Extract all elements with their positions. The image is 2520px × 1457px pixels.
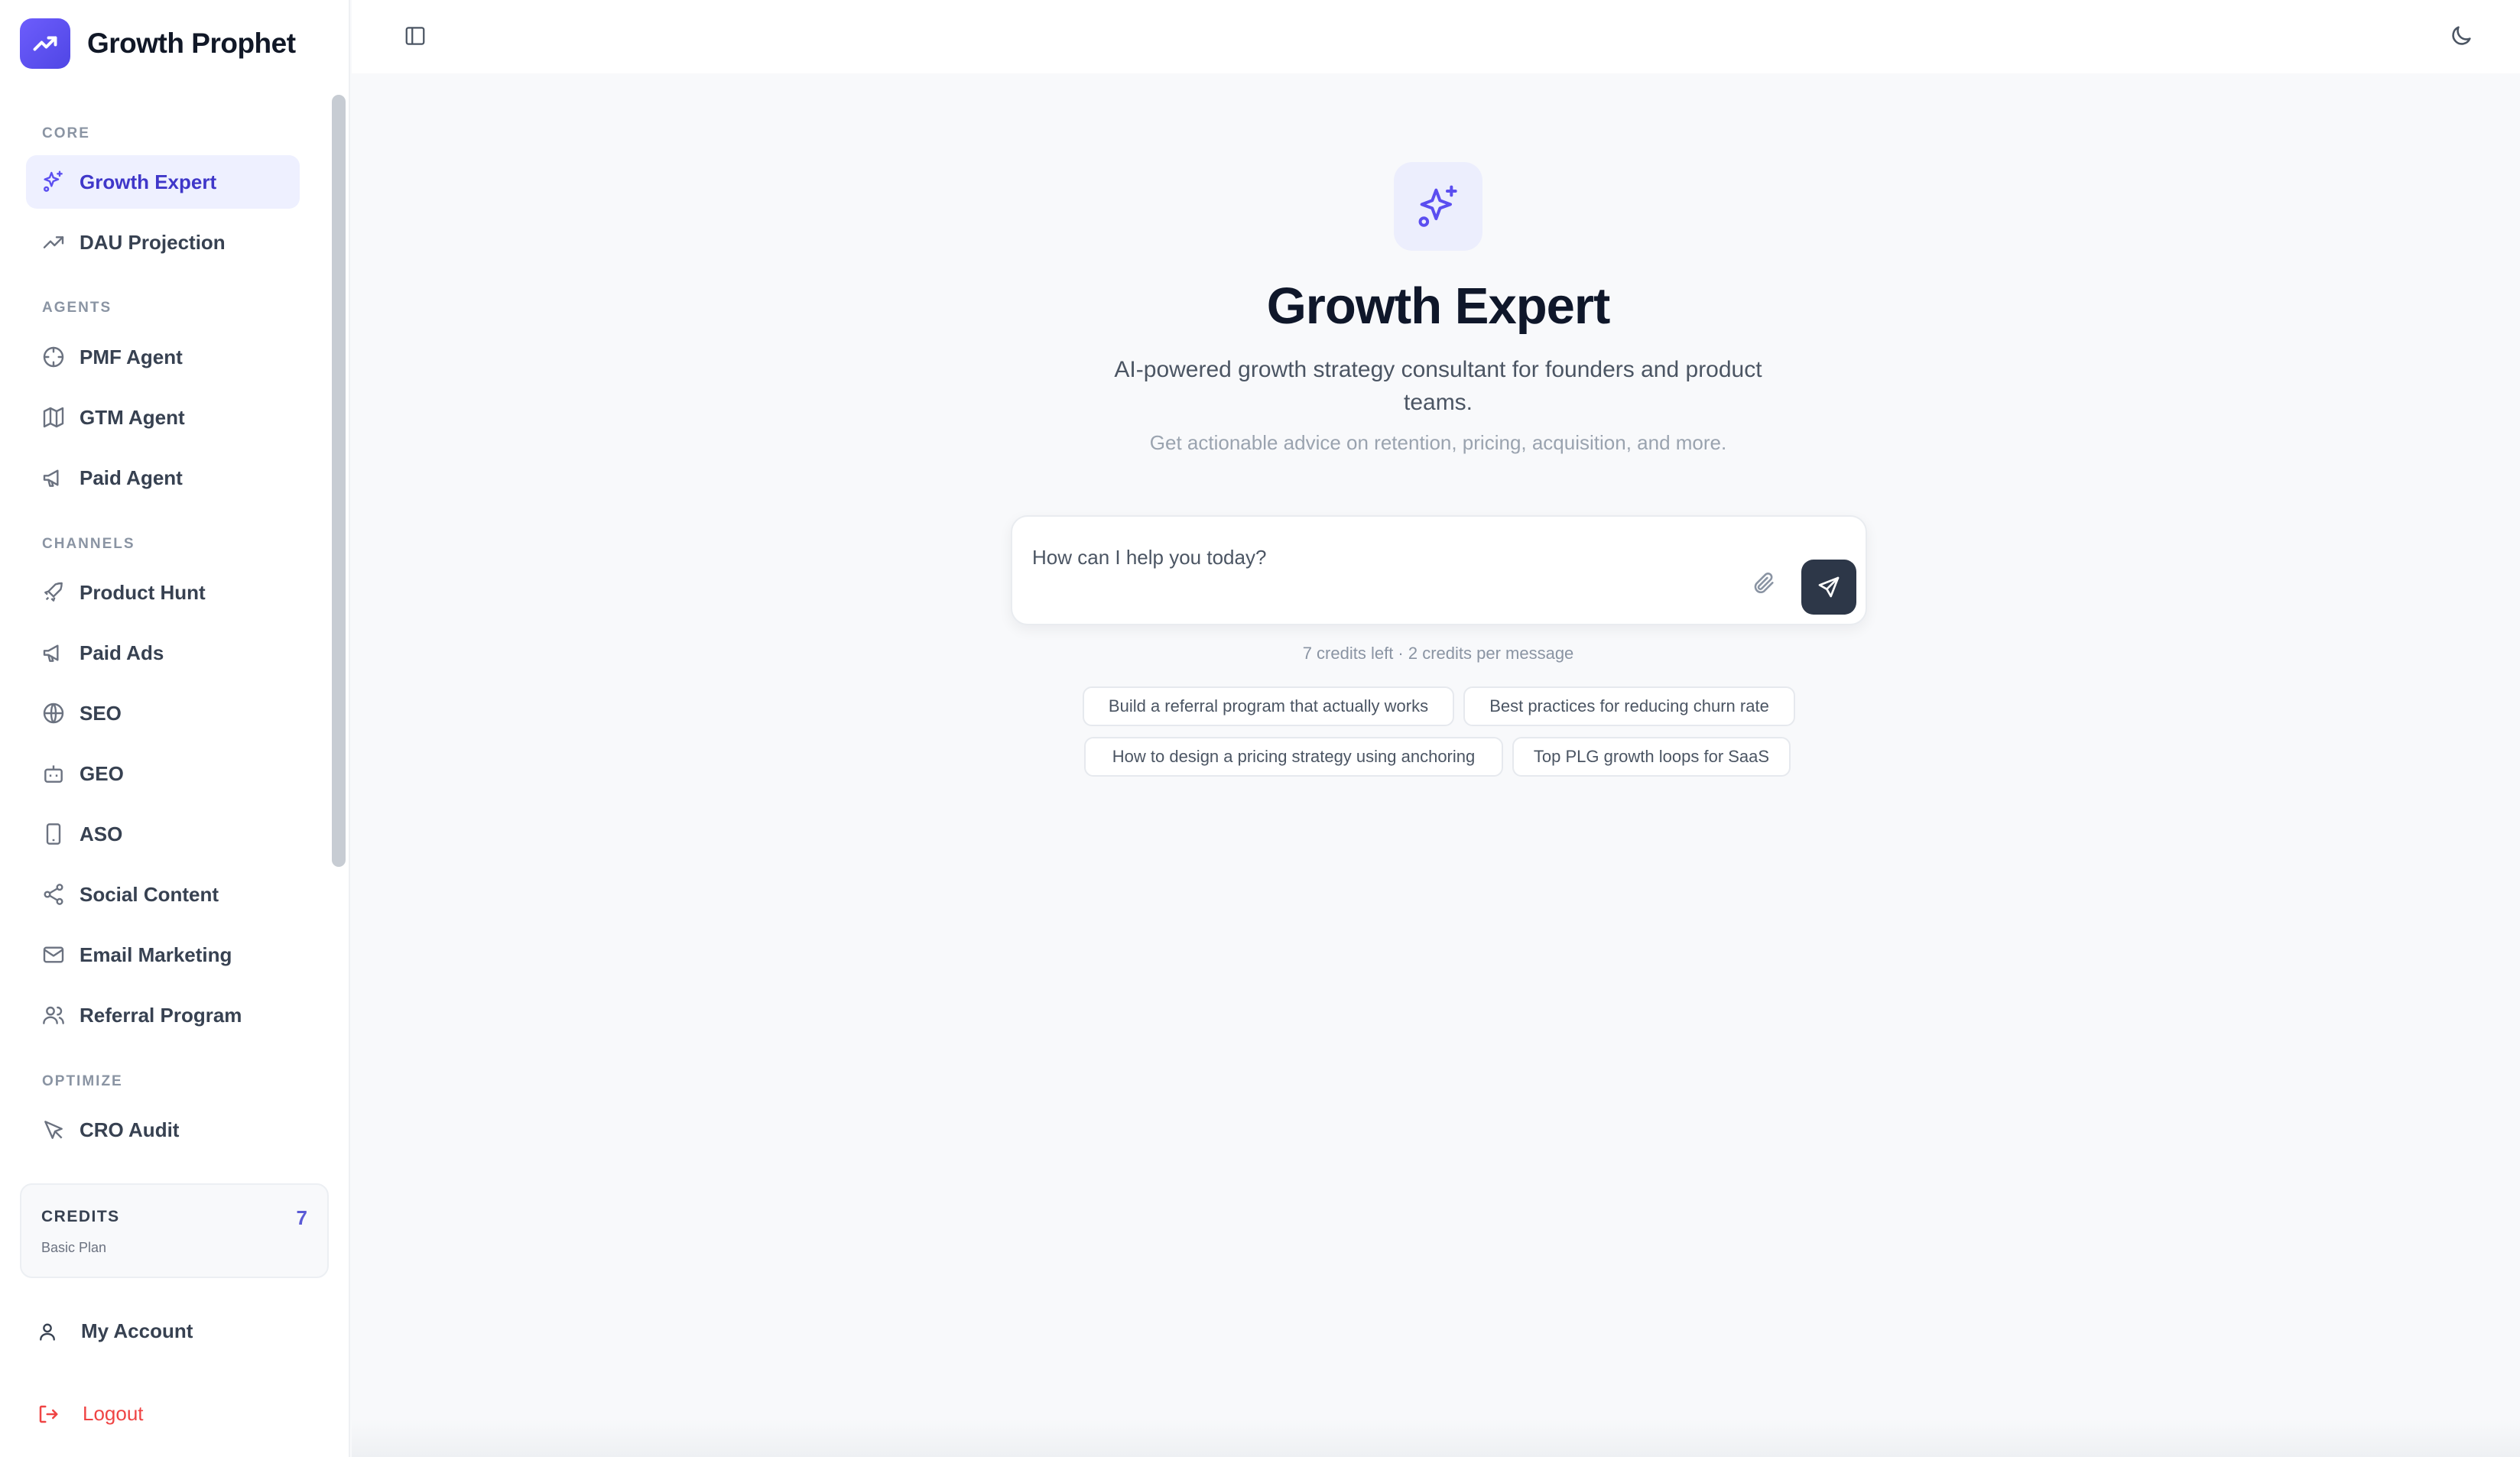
credits-title: CREDITS [41, 1208, 120, 1225]
mail-icon [43, 946, 64, 963]
sidebar-item-gtm-agent[interactable]: GTM Agent [26, 391, 300, 444]
suggestion-chip[interactable]: Best practices for reducing churn rate [1463, 686, 1795, 726]
sidebar-item-pmf-agent[interactable]: PMF Agent [26, 330, 300, 384]
sidebar-item-label: DAU Projection [80, 230, 226, 254]
sidebar-item-referral-program[interactable]: Referral Program [26, 988, 300, 1042]
sidebar-item-aso[interactable]: ASO [26, 807, 300, 861]
brand-name: Growth Prophet [87, 28, 296, 59]
user-icon [40, 1323, 55, 1341]
rocket-icon [44, 582, 63, 602]
sidebar-item-email-marketing[interactable]: Email Marketing [26, 928, 300, 982]
megaphone-icon [43, 469, 59, 487]
paperclip-icon[interactable] [1751, 570, 1778, 598]
send-icon [1818, 576, 1840, 598]
section-label-optimize: OPTIMIZE [42, 1073, 123, 1089]
sidebar-item-geo[interactable]: GEO [26, 747, 300, 800]
sidebar-item-label: Email Marketing [80, 943, 232, 966]
my-account-label: My Account [81, 1319, 193, 1342]
sidebar-item-label: PMF Agent [80, 345, 183, 368]
page-note: Get actionable advice on retention, pric… [1149, 431, 1727, 454]
suggestion-chip[interactable]: Build a referral program that actually w… [1083, 686, 1454, 726]
credits-info: 7 credits left · 2 credits per message [1302, 644, 1574, 663]
sidebar-scrollbar[interactable] [332, 93, 346, 1160]
credits-card: CREDITS Basic Plan 7 [20, 1183, 329, 1278]
chat-composer [1011, 515, 1867, 625]
sidebar-item-label: Paid Ads [80, 641, 164, 664]
section-label-agents: AGENTS [42, 300, 112, 316]
bot-icon [44, 765, 63, 783]
map-icon [43, 407, 64, 428]
my-account-button[interactable]: My Account [37, 1319, 193, 1343]
panel-left-icon[interactable] [404, 24, 427, 47]
sidebar-item-product-hunt[interactable]: Product Hunt [26, 566, 300, 619]
sidebar-item-label: ASO [80, 822, 123, 845]
sidebar-item-growth-expert[interactable]: Growth Expert [26, 155, 300, 209]
credits-count: 7 [296, 1206, 307, 1229]
send-button[interactable] [1801, 560, 1856, 615]
brand[interactable]: Growth Prophet [20, 18, 296, 69]
smartphone-icon [46, 823, 61, 845]
users-icon [43, 1006, 64, 1024]
cursor-icon [44, 1121, 63, 1139]
sidebar-item-label: Paid Agent [80, 466, 183, 489]
logout-button[interactable]: Logout [37, 1402, 144, 1426]
target-icon [43, 346, 64, 368]
credits-plan: Basic Plan [41, 1240, 107, 1255]
page-subtitle: AI-powered growth strategy consultant fo… [1114, 357, 1762, 415]
trending-up-icon [43, 236, 64, 248]
page-title: Growth Expert [1266, 277, 1611, 335]
sidebar-item-label: CRO Audit [80, 1118, 180, 1141]
sidebar-item-paid-ads[interactable]: Paid Ads [26, 626, 300, 680]
sidebar-item-label: Social Content [80, 882, 219, 906]
moon-icon[interactable] [2448, 23, 2474, 49]
chat-input[interactable] [1032, 546, 1705, 569]
bottom-shadow [352, 1419, 2520, 1457]
sidebar-item-label: GEO [80, 761, 124, 785]
sparkles-icon [1394, 162, 1482, 251]
sidebar-item-cro-audit[interactable]: CRO Audit [26, 1103, 300, 1157]
suggestion-chip[interactable]: How to design a pricing strategy using a… [1084, 737, 1503, 777]
logout-icon [39, 1405, 58, 1423]
megaphone-icon [43, 644, 59, 662]
sidebar-item-label: Product Hunt [80, 580, 206, 604]
topbar [352, 0, 2520, 73]
sidebar-item-label: GTM Agent [80, 405, 185, 429]
sidebar-item-social-content[interactable]: Social Content [26, 868, 300, 921]
scrollbar-thumb[interactable] [332, 95, 346, 867]
sidebar-item-dau-projection[interactable]: DAU Projection [26, 216, 300, 269]
suggestion-chip[interactable]: Top PLG growth loops for SaaS [1512, 737, 1791, 777]
section-label-channels: CHANNELS [42, 536, 135, 552]
globe-icon [43, 703, 64, 724]
logout-label: Logout [83, 1402, 144, 1425]
trending-up-icon [20, 18, 70, 69]
section-label-core: CORE [42, 125, 90, 141]
sidebar-item-paid-agent[interactable]: Paid Agent [26, 451, 300, 505]
sidebar-item-seo[interactable]: SEO [26, 686, 300, 740]
sparkles-icon [44, 170, 63, 192]
sidebar-item-label: Growth Expert [80, 170, 217, 193]
sidebar: Growth Prophet CORE Growth Expert DAU Pr… [0, 0, 350, 1457]
sidebar-nav: CORE Growth Expert DAU Projection AGENTS… [0, 92, 329, 1162]
sidebar-item-label: SEO [80, 701, 122, 725]
share-icon [44, 884, 63, 905]
sidebar-item-label: Referral Program [80, 1003, 242, 1027]
